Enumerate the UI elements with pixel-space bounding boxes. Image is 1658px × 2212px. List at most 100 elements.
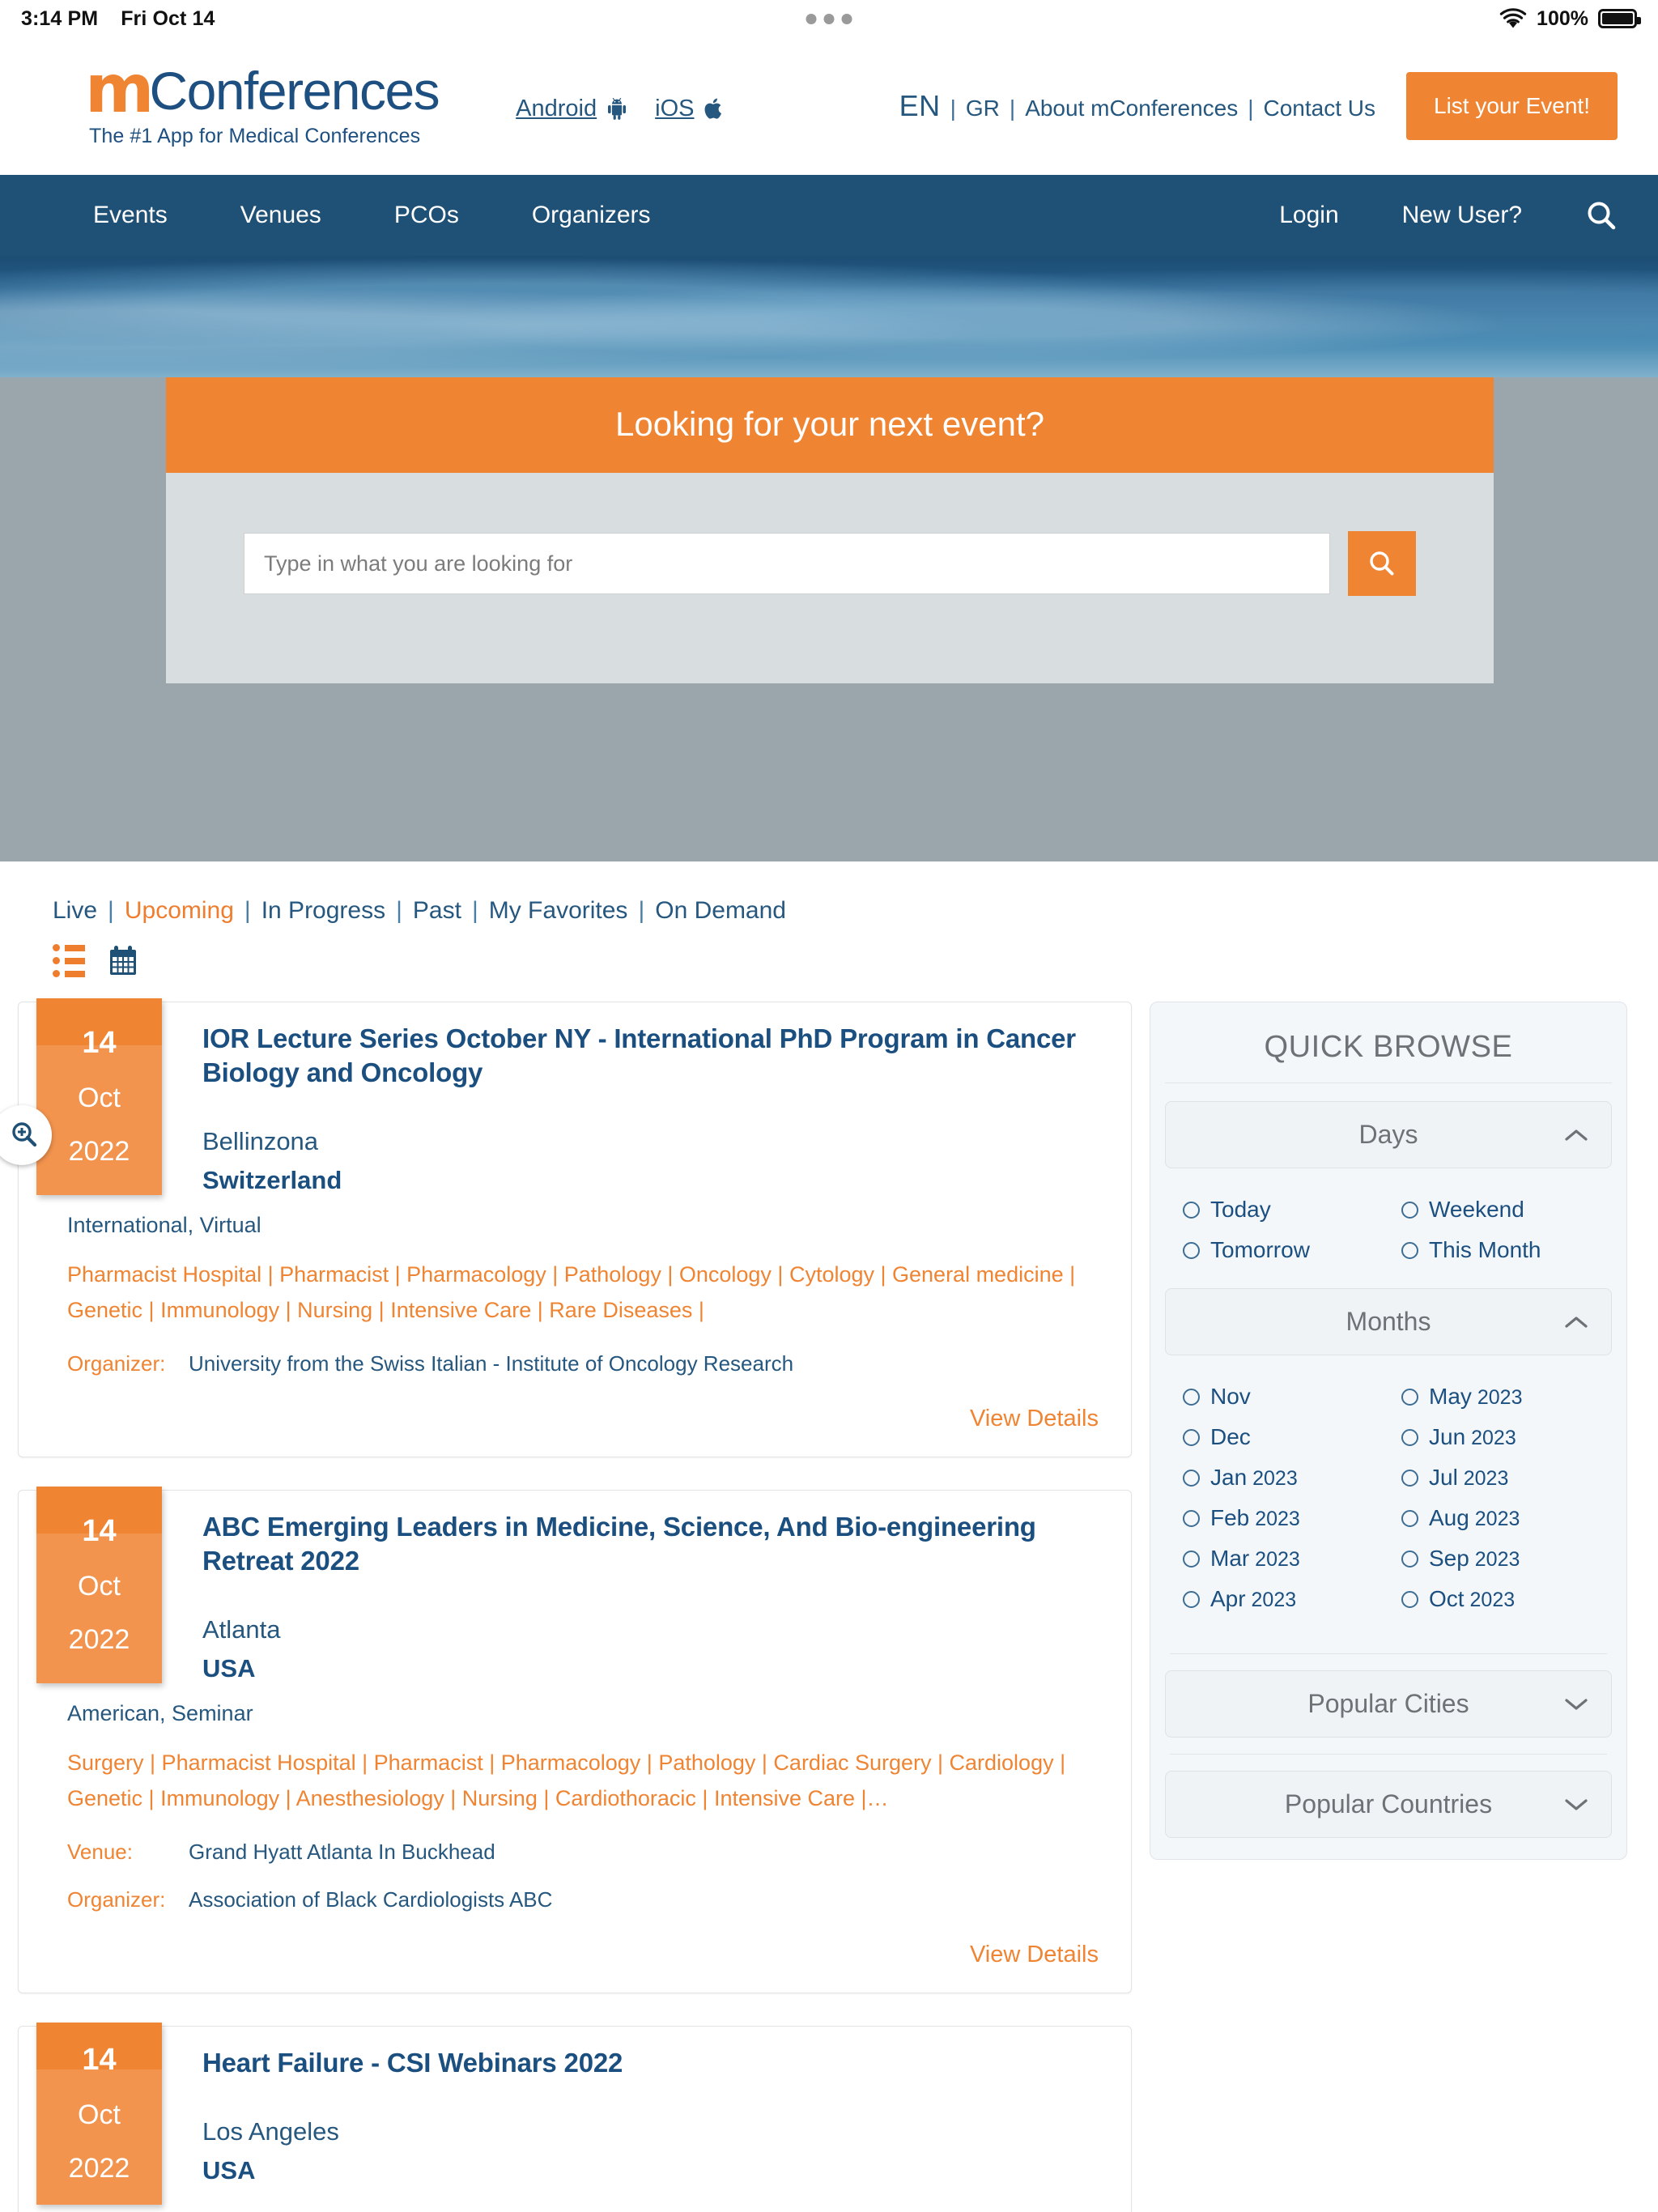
calendar-view-icon[interactable] — [108, 945, 138, 977]
event-type: International, Virtual — [67, 1213, 261, 1238]
radio-icon[interactable] — [1183, 1428, 1200, 1446]
new-user-link[interactable]: New User? — [1402, 202, 1522, 229]
filter-tab-my-favorites[interactable]: My Favorites — [489, 897, 628, 925]
accordion-days[interactable]: Days — [1165, 1101, 1612, 1168]
radio-option-month-apr-2023[interactable]: Apr 2023 — [1183, 1579, 1393, 1619]
option-label: May 2023 — [1429, 1384, 1523, 1409]
radio-option-month-may-2023[interactable]: May 2023 — [1401, 1376, 1612, 1417]
site-logo[interactable]: m Conferences The #1 App for Medical Con… — [85, 57, 440, 148]
radio-icon[interactable] — [1401, 1509, 1418, 1527]
radio-icon[interactable] — [1183, 1550, 1200, 1568]
radio-option-month-jan-2023[interactable]: Jan 2023 — [1183, 1457, 1393, 1498]
login-link[interactable]: Login — [1279, 202, 1338, 229]
radio-icon[interactable] — [1183, 1469, 1200, 1487]
radio-option-month-feb-2023[interactable]: Feb 2023 — [1183, 1498, 1393, 1538]
event-title[interactable]: Heart Failure - CSI Webinars 2022 — [202, 2046, 1099, 2080]
radio-option-month-jun-2023[interactable]: Jun 2023 — [1401, 1417, 1612, 1457]
radio-option-month-oct-2023[interactable]: Oct 2023 — [1401, 1579, 1612, 1619]
search-icon[interactable] — [1585, 199, 1618, 232]
radio-option-month-jul-2023[interactable]: Jul 2023 — [1401, 1457, 1612, 1498]
event-title[interactable]: ABC Emerging Leaders in Medicine, Scienc… — [202, 1510, 1099, 1578]
filter-tab-upcoming[interactable]: Upcoming — [125, 897, 234, 925]
event-city: Bellinzona — [202, 1127, 319, 1156]
radio-icon[interactable] — [1401, 1388, 1418, 1406]
view-details-link[interactable]: View Details — [67, 1942, 1099, 1968]
radio-option-month-dec[interactable]: Dec — [1183, 1417, 1393, 1457]
filter-tabs: Live | Upcoming | In Progress | Past | M… — [53, 897, 1658, 925]
radio-option-today[interactable]: Today — [1183, 1189, 1393, 1230]
list-view-icon[interactable] — [53, 944, 85, 977]
android-app-link[interactable]: Android — [516, 96, 627, 122]
wifi-icon — [1499, 8, 1527, 29]
filter-sep-1: | — [108, 897, 114, 924]
android-icon — [606, 97, 627, 120]
accordion-popular-cities[interactable]: Popular Cities — [1165, 1670, 1612, 1738]
days-options: Today Weekend Tomorrow This Month — [1165, 1168, 1612, 1288]
event-venue-label: Venue: — [67, 1839, 133, 1864]
event-card[interactable]: 14 Oct 2022 ABC Emerging Leaders in Medi… — [18, 1486, 1132, 1993]
radio-icon[interactable] — [1183, 1241, 1200, 1259]
option-label: Tomorrow — [1210, 1237, 1310, 1262]
event-venue-value[interactable]: Grand Hyatt Atlanta In Buckhead — [189, 1840, 495, 1865]
battery-percent: 100% — [1537, 6, 1588, 30]
status-bar: 3:14 PM Fri Oct 14 100% — [0, 0, 1658, 37]
nav-item-events[interactable]: Events — [93, 202, 210, 229]
chevron-down-icon — [1564, 1697, 1588, 1712]
view-details-link[interactable]: View Details — [67, 1406, 1099, 1432]
radio-icon[interactable] — [1401, 1428, 1418, 1446]
lang-gr-link[interactable]: GR — [966, 96, 1000, 121]
page-content: 14 Oct 2022 IOR Lecture Series October N… — [0, 977, 1658, 2212]
hero-top-strip — [0, 256, 1658, 377]
radio-option-this-month[interactable]: This Month — [1401, 1230, 1612, 1270]
filter-tab-on-demand[interactable]: On Demand — [655, 897, 786, 925]
option-year: 2023 — [1471, 1386, 1523, 1409]
ios-app-link[interactable]: iOS — [655, 96, 723, 122]
lang-en-link[interactable]: EN — [899, 89, 941, 123]
filter-sep-2: | — [244, 897, 251, 924]
accordion-months[interactable]: Months — [1165, 1288, 1612, 1355]
event-date-month: Oct — [78, 1571, 121, 1602]
filter-tab-past[interactable]: Past — [413, 897, 461, 925]
event-tags[interactable]: Pharmacist Hospital | Pharmacist | Pharm… — [67, 1257, 1099, 1328]
radio-option-month-sep-2023[interactable]: Sep 2023 — [1401, 1538, 1612, 1579]
event-list: 14 Oct 2022 IOR Lecture Series October N… — [18, 998, 1132, 2212]
event-organizer-value[interactable]: Association of Black Cardiologists ABC — [189, 1887, 552, 1912]
radio-icon[interactable] — [1401, 1241, 1418, 1259]
radio-option-month-mar-2023[interactable]: Mar 2023 — [1183, 1538, 1393, 1579]
event-city: Atlanta — [202, 1615, 281, 1644]
event-organizer-label: Organizer: — [67, 1887, 166, 1912]
nav-item-venues[interactable]: Venues — [240, 202, 363, 229]
contact-link[interactable]: Contact Us — [1264, 96, 1376, 121]
nav-item-pcos[interactable]: PCOs — [394, 202, 501, 229]
option-label: Apr 2023 — [1210, 1586, 1297, 1611]
nav-item-organizers[interactable]: Organizers — [532, 202, 693, 229]
radio-option-weekend[interactable]: Weekend — [1401, 1189, 1612, 1230]
event-card[interactable]: 14 Oct 2022 Heart Failure - CSI Webinars… — [18, 2022, 1132, 2212]
event-tags[interactable]: Surgery | Pharmacist Hospital | Pharmaci… — [67, 1746, 1099, 1816]
about-link[interactable]: About mConferences — [1025, 96, 1238, 121]
radio-option-month-nov[interactable]: Nov — [1183, 1376, 1393, 1417]
radio-icon[interactable] — [1401, 1469, 1418, 1487]
radio-icon[interactable] — [1183, 1590, 1200, 1608]
radio-icon[interactable] — [1183, 1509, 1200, 1527]
radio-icon[interactable] — [1401, 1201, 1418, 1219]
radio-icon[interactable] — [1183, 1201, 1200, 1219]
event-organizer-value[interactable]: University from the Swiss Italian - Inst… — [189, 1351, 793, 1376]
event-date-badge: 14 Oct 2022 — [36, 998, 162, 1196]
radio-option-tomorrow[interactable]: Tomorrow — [1183, 1230, 1393, 1270]
hero-search-input[interactable]: Type in what you are looking for — [244, 533, 1330, 594]
event-title[interactable]: IOR Lecture Series October NY - Internat… — [202, 1022, 1099, 1090]
filter-tab-live[interactable]: Live — [53, 897, 97, 925]
radio-option-month-aug-2023[interactable]: Aug 2023 — [1401, 1498, 1612, 1538]
accordion-popular-countries[interactable]: Popular Countries — [1165, 1771, 1612, 1838]
radio-icon[interactable] — [1401, 1550, 1418, 1568]
filter-tab-in-progress[interactable]: In Progress — [261, 897, 385, 925]
event-venue-row: Venue: Grand Hyatt Atlanta In Buckhead — [67, 1840, 1099, 1865]
event-card[interactable]: 14 Oct 2022 IOR Lecture Series October N… — [18, 998, 1132, 1457]
event-filter-bar: Live | Upcoming | In Progress | Past | M… — [0, 861, 1658, 977]
list-your-event-button[interactable]: List your Event! — [1406, 72, 1618, 140]
radio-icon[interactable] — [1401, 1590, 1418, 1608]
hero-search-button[interactable] — [1348, 531, 1416, 596]
radio-icon[interactable] — [1183, 1388, 1200, 1406]
sidebar-divider — [1170, 1754, 1607, 1755]
